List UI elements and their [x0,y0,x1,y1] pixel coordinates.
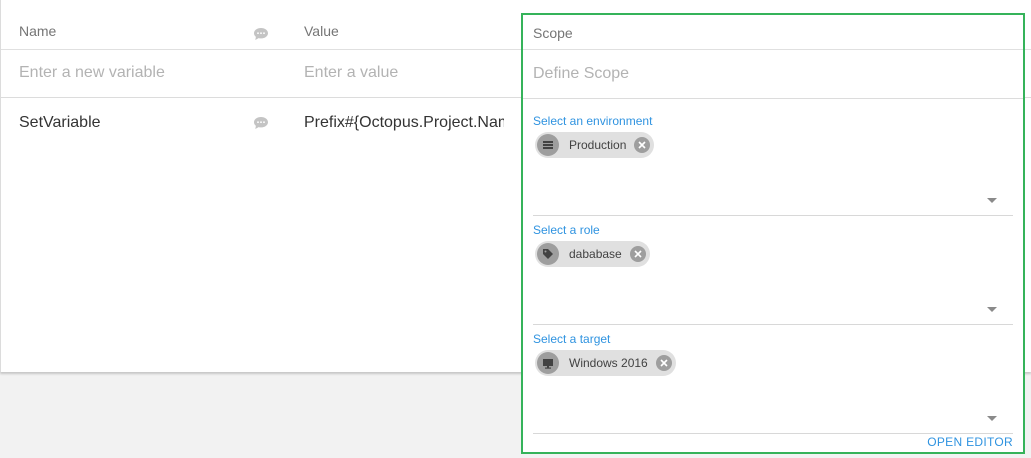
new-variable-name-input[interactable]: Enter a new variable [19,64,165,82]
chevron-down-icon[interactable] [987,416,997,421]
monitor-icon [537,352,559,374]
role-chip-label: dababase [569,247,622,261]
define-scope-field[interactable]: Define Scope [523,50,1023,99]
target-select[interactable]: Select a target Windows 2016 [533,332,1013,434]
chevron-down-icon[interactable] [987,307,997,312]
name-column-header[interactable]: Name [19,23,56,39]
list-icon [537,134,559,156]
chevron-down-icon[interactable] [987,198,997,203]
target-chip[interactable]: Windows 2016 [535,350,676,376]
environment-chip-label: Production [569,138,627,152]
remove-chip-icon[interactable] [655,355,672,371]
define-scope-placeholder: Define Scope [533,65,630,82]
value-column-header[interactable]: Value [304,23,339,39]
scope-header: Scope [523,15,1023,50]
new-variable-value-input[interactable]: Enter a value [304,64,398,82]
environment-chip[interactable]: Production [535,132,655,158]
comment-icon [254,28,268,40]
variable-name[interactable]: SetVariable [19,114,101,132]
scope-popup: Scope Define Scope Select an environment… [521,13,1025,454]
role-select-label: Select a role [533,223,600,237]
role-chip[interactable]: dababase [535,241,650,267]
comment-icon[interactable] [253,116,269,130]
role-select[interactable]: Select a role dababase [533,223,1013,325]
remove-chip-icon[interactable] [634,137,651,153]
open-editor-button[interactable]: OPEN EDITOR [927,435,1013,449]
tag-icon [537,243,559,265]
variable-value[interactable]: Prefix#{Octopus.Project.Name} [304,114,504,132]
scope-column-header: Scope [533,25,573,41]
environment-select[interactable]: Select an environment Production [533,114,1013,216]
target-select-label: Select a target [533,332,611,346]
remove-chip-icon[interactable] [629,246,646,262]
environment-select-label: Select an environment [533,114,653,128]
target-chip-label: Windows 2016 [569,356,648,370]
